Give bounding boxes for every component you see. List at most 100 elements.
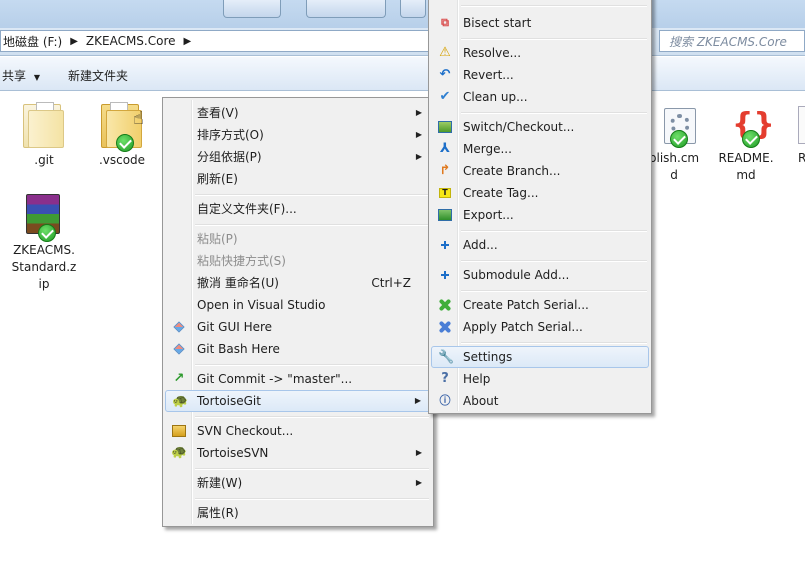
submenu-arrow-icon: ▶ xyxy=(415,152,422,161)
submenu-arrow-icon: ▶ xyxy=(415,108,422,117)
menu-item-tortoisegit[interactable]: 🐢 TortoiseGit ▶ xyxy=(165,390,431,412)
menu-item-svn-checkout[interactable]: SVN Checkout... xyxy=(165,420,431,442)
tortoisegit-submenu: ⧉ Bisect start ⚠ Resolve... ↶ Revert... ✔ Cl… xyxy=(428,0,652,414)
git-status-check-icon xyxy=(116,134,134,152)
menu-separator xyxy=(461,5,647,7)
submenu-arrow-icon: ▶ xyxy=(415,448,422,457)
menu-item-bisect-start[interactable]: ⧉ Bisect start xyxy=(431,12,649,34)
help-icon: ? xyxy=(441,371,449,386)
menu-item-paste-shortcut: 粘贴快捷方式(S) xyxy=(197,254,286,268)
markdown-file-icon: {} xyxy=(722,106,775,150)
menu-item-help[interactable]: ? Help xyxy=(431,368,649,390)
menu-item-refresh[interactable]: 刷新(E) xyxy=(165,168,431,190)
tag-icon: T xyxy=(437,185,453,201)
menu-item-tortoisesvn[interactable]: 🐢 TortoiseSVN ▶ xyxy=(165,442,431,464)
menu-item-properties[interactable]: 属性(R) xyxy=(165,502,431,524)
resolve-icon: ⚠ xyxy=(439,45,451,60)
command-bar: 共享 ▼ 新建文件夹 xyxy=(0,57,805,91)
title-bar xyxy=(0,0,805,28)
breadcrumb-folder[interactable]: ZKEACMS.Core xyxy=(86,34,176,48)
chevron-down-icon: ▼ xyxy=(33,73,40,82)
menu-item-sort-by[interactable]: 排序方式(O) ▶ xyxy=(165,124,431,146)
submenu-arrow-icon: ▶ xyxy=(415,130,422,139)
git-status-check-icon xyxy=(670,130,688,148)
wrench-icon: 🔧 xyxy=(438,350,455,365)
menu-separator xyxy=(461,260,647,262)
share-label: 共享 xyxy=(2,69,27,83)
share-button[interactable]: 共享 ▼ xyxy=(2,67,40,84)
branch-icon: ↱ xyxy=(439,163,451,178)
export-icon xyxy=(437,207,453,223)
bisect-icon: ⧉ xyxy=(441,16,449,29)
new-folder-button[interactable]: 新建文件夹 xyxy=(68,67,128,84)
menu-separator xyxy=(195,468,429,470)
archive-icon xyxy=(20,190,68,242)
menu-item-git-gui[interactable]: Git GUI Here xyxy=(165,316,431,338)
menu-separator xyxy=(461,230,647,232)
menu-separator xyxy=(195,364,429,366)
file-item-zip[interactable]: ZKEACMS. Standard.z ip xyxy=(6,190,82,293)
revert-icon: ↶ xyxy=(439,67,451,82)
menu-item-apply-patch-serial[interactable]: Apply Patch Serial... xyxy=(431,316,649,338)
merge-icon: ⅄ xyxy=(440,141,450,156)
hand-cursor-icon: ☝ xyxy=(133,108,144,129)
shortcut-label: Ctrl+Z xyxy=(371,276,411,290)
tortoisegit-icon: 🐢 xyxy=(172,394,189,409)
file-name: README. md xyxy=(718,151,774,182)
menu-item-group-by[interactable]: 分组依据(P) ▶ xyxy=(165,146,431,168)
menu-item-settings[interactable]: 🔧 Settings xyxy=(431,346,649,368)
menu-item-create-patch-serial[interactable]: Create Patch Serial... xyxy=(431,294,649,316)
menu-separator xyxy=(195,498,429,500)
menu-item-revert[interactable]: ↶ Revert... xyxy=(431,64,649,86)
menu-item-about[interactable]: ⓘ About xyxy=(431,390,649,412)
git-gui-icon xyxy=(171,319,187,335)
submodule-add-icon xyxy=(437,267,453,283)
svn-checkout-icon xyxy=(171,423,187,439)
menu-item-undo-rename[interactable]: 撤消 重命名(U) Ctrl+Z xyxy=(165,272,431,294)
menu-item-merge[interactable]: ⅄ Merge... xyxy=(431,138,649,160)
git-bash-icon xyxy=(171,341,187,357)
menu-item-clean-up[interactable]: ✔ Clean up... xyxy=(431,86,649,108)
menu-item-view[interactable]: 查看(V) ▶ xyxy=(165,102,431,124)
new-folder-label: 新建文件夹 xyxy=(68,69,129,83)
menu-item-open-in-visual-studio[interactable]: Open in Visual Studio xyxy=(165,294,431,316)
cancel-button-partial[interactable] xyxy=(306,0,386,18)
menu-item-create-tag[interactable]: T Create Tag... xyxy=(431,182,649,204)
folder-icon xyxy=(20,100,68,152)
menu-separator xyxy=(195,224,429,226)
menu-item-add[interactable]: Add... xyxy=(431,234,649,256)
menu-item-git-bash[interactable]: Git Bash Here xyxy=(165,338,431,360)
breadcrumb-chevron-icon[interactable]: ▶ xyxy=(184,36,192,47)
context-menu: 查看(V) ▶ 排序方式(O) ▶ 分组依据(P) ▶ 刷新(E) 自定义文件夹(F)… xyxy=(162,97,434,527)
file-item-readme[interactable]: {} README. md xyxy=(708,106,784,184)
file-item-vscode[interactable]: .vscode xyxy=(84,100,160,169)
menu-item-export[interactable]: Export... xyxy=(431,204,649,226)
git-status-check-icon xyxy=(38,224,56,242)
menu-separator xyxy=(461,342,647,344)
menu-item-paste: 粘贴(P) xyxy=(197,232,238,246)
menu-item-git-commit[interactable]: ↗ Git Commit -> "master"... xyxy=(165,368,431,390)
menu-item-resolve[interactable]: ⚠ Resolve... xyxy=(431,42,649,64)
menu-item-switch-checkout[interactable]: Switch/Checkout... xyxy=(431,116,649,138)
address-bar: 地磁盘 (F:) ▶ ZKEACMS.Core ▶ 搜索 ZKEACMS.Cor… xyxy=(0,28,805,56)
save-button-partial[interactable] xyxy=(223,0,281,18)
breadcrumb-separator-icon[interactable]: ▶ xyxy=(70,36,78,47)
menu-item-create-branch[interactable]: ↱ Create Branch... xyxy=(431,160,649,182)
file-item-git[interactable]: .git xyxy=(6,100,82,169)
menu-separator xyxy=(195,194,429,196)
about-icon: ⓘ xyxy=(439,394,451,407)
close-button-partial[interactable] xyxy=(400,0,426,18)
search-input[interactable]: 搜索 ZKEACMS.Core xyxy=(659,30,805,52)
file-name: .git xyxy=(34,153,54,167)
file-item-partial[interactable]: R xyxy=(790,106,805,167)
menu-item-submodule-add[interactable]: Submodule Add... xyxy=(431,264,649,286)
menu-item-customize-folder[interactable]: 自定义文件夹(F)... xyxy=(165,198,431,220)
add-icon xyxy=(437,237,453,253)
switch-checkout-icon xyxy=(437,119,453,135)
menu-item-new[interactable]: 新建(W) ▶ xyxy=(165,472,431,494)
breadcrumb-drive[interactable]: 地磁盘 (F:) xyxy=(3,33,62,50)
menu-separator xyxy=(461,290,647,292)
file-name: ZKEACMS. Standard.z ip xyxy=(11,243,77,291)
file-name: R xyxy=(798,151,805,165)
file-name: .vscode xyxy=(98,153,146,167)
